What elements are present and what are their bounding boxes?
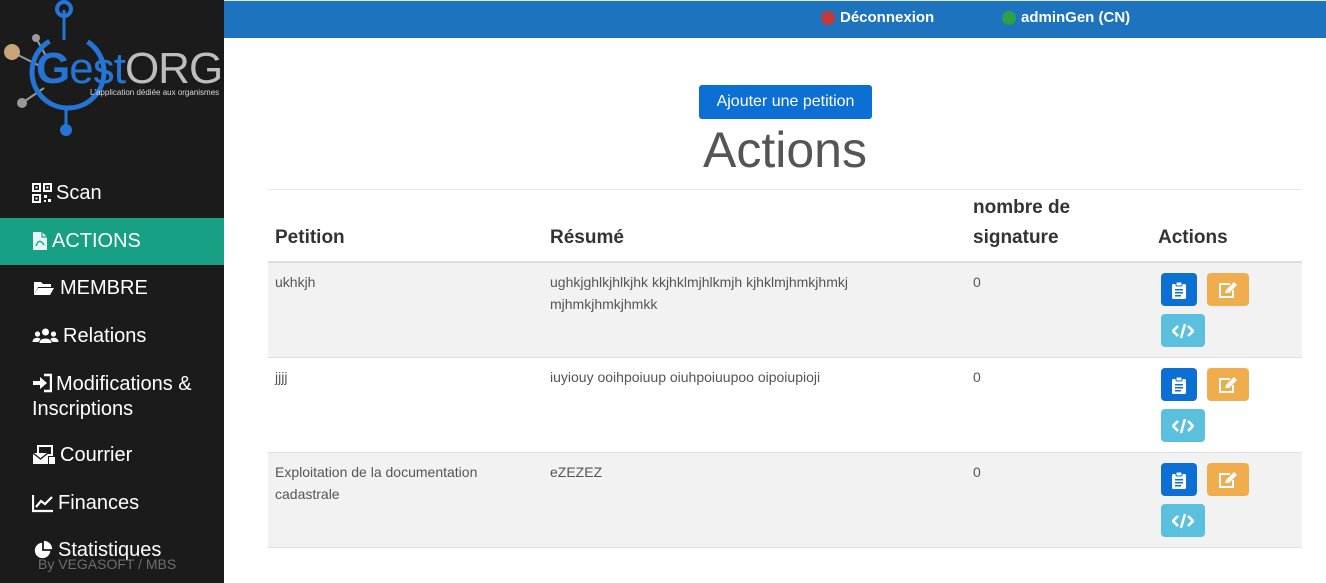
sidebar-item-label: ACTIONS xyxy=(52,229,141,252)
table-row: jjjj iuyiouy ooihpoiuup oiuhpoiuupoo oip… xyxy=(268,358,1302,453)
sidebar-item-label: MEMBRE xyxy=(60,277,148,299)
cell-petition: ukhkjh xyxy=(275,274,316,290)
sidebar: GestORG L'application dédiée aux organis… xyxy=(0,0,224,583)
column-header-actions: Actions xyxy=(1158,227,1228,248)
logo-letter-g: G xyxy=(36,44,70,93)
view-button[interactable] xyxy=(1161,368,1197,401)
cell-signatures: 0 xyxy=(973,274,981,290)
clipboard-icon xyxy=(1172,281,1186,299)
cell-petition: Exploitation de la documentation cadastr… xyxy=(275,464,478,502)
column-header-signatures[interactable]: nombre de signature xyxy=(973,193,1103,253)
column-header-petition[interactable]: Petition xyxy=(275,223,525,253)
logo-wordmark: GestORG xyxy=(36,44,223,94)
user-label: adminGen (CN) xyxy=(1021,9,1131,26)
logo-tagline: L'application dédiée aux organismes xyxy=(90,88,220,97)
table-row: ukhkjh ughkjghlkjhlkjhk kkjhklmjhlkmjh k… xyxy=(268,263,1302,358)
sidebar-item-courrier[interactable]: Courrier xyxy=(0,432,224,480)
sidebar-nav: Scan ACTIONS MEMBRE Relations Modificati… xyxy=(0,170,224,575)
clipboard-icon xyxy=(1172,471,1186,489)
cell-resume: ughkjghlkjhlkjhk kkjhklmjhlkmjh kjhklmjh… xyxy=(550,274,848,312)
app-window: GestORG L'application dédiée aux organis… xyxy=(0,0,1326,583)
edit-icon xyxy=(1219,376,1237,393)
sidebar-item-label: Finances xyxy=(58,491,140,514)
sidebar-item-modifications[interactable]: Modifications & Inscriptions xyxy=(0,360,224,432)
top-bar: Déconnexion adminGen (CN) xyxy=(224,0,1326,38)
cell-signatures: 0 xyxy=(973,464,981,480)
user-menu[interactable]: adminGen (CN) xyxy=(1002,9,1130,26)
folder-open-icon xyxy=(34,282,54,295)
sidebar-item-label: Modifications & Inscriptions xyxy=(32,373,192,420)
logout-link[interactable]: Déconnexion xyxy=(821,9,934,26)
sidebar-item-actions[interactable]: ACTIONS xyxy=(0,217,224,265)
edit-button[interactable] xyxy=(1207,368,1249,401)
page-title: Actions xyxy=(703,122,867,178)
edit-button[interactable] xyxy=(1207,273,1249,306)
sidebar-item-scan[interactable]: Scan xyxy=(0,170,224,218)
qrcode-icon xyxy=(32,183,52,203)
edit-icon xyxy=(1219,471,1237,488)
sidebar-item-relations[interactable]: Relations xyxy=(0,313,224,361)
gestorg-logo[interactable]: GestORG L'application dédiée aux organis… xyxy=(0,0,224,150)
embed-code-button[interactable] xyxy=(1161,409,1205,442)
add-petition-button[interactable]: Ajouter une petition xyxy=(699,85,872,119)
embed-code-button[interactable] xyxy=(1161,314,1205,347)
cell-resume: iuyiouy ooihpoiuup oiuhpoiuupoo oipoiupi… xyxy=(550,369,821,385)
cell-signatures: 0 xyxy=(973,369,981,385)
file-pdf-icon xyxy=(33,231,47,250)
sidebar-item-label: Courrier xyxy=(60,444,133,466)
sign-in-icon xyxy=(33,373,52,393)
sidebar-item-label: Relations xyxy=(63,324,147,347)
code-icon xyxy=(1172,323,1194,338)
line-chart-icon xyxy=(32,494,53,512)
logo-text-est: est xyxy=(69,44,126,93)
footer-credit: By VEGASOFT / MBS xyxy=(38,556,177,572)
edit-button[interactable] xyxy=(1207,463,1249,496)
sidebar-item-membre[interactable]: MEMBRE xyxy=(0,265,224,313)
table-row: Exploitation de la documentation cadastr… xyxy=(268,453,1302,548)
code-icon xyxy=(1172,513,1194,528)
view-button[interactable] xyxy=(1161,463,1197,496)
view-button[interactable] xyxy=(1161,273,1197,306)
users-icon xyxy=(32,328,59,343)
mail-bulk-icon xyxy=(32,445,55,464)
edit-icon xyxy=(1219,281,1237,298)
column-header-resume[interactable]: Résumé xyxy=(550,223,950,253)
sidebar-item-label: Scan xyxy=(56,182,102,204)
table-header: Petition Résumé nombre de signature Acti… xyxy=(268,190,1302,263)
clipboard-icon xyxy=(1172,376,1186,394)
sidebar-item-text-wrap: Modifications & Inscriptions xyxy=(32,371,210,422)
cell-resume: eZEZEZ xyxy=(550,464,603,480)
status-dot-green-icon xyxy=(1002,10,1016,25)
status-dot-red-icon xyxy=(821,10,835,25)
cell-petition: jjjj xyxy=(275,369,288,385)
logout-label: Déconnexion xyxy=(840,9,935,26)
embed-code-button[interactable] xyxy=(1161,504,1205,537)
code-icon xyxy=(1172,418,1194,433)
petitions-table: Petition Résumé nombre de signature Acti… xyxy=(268,190,1302,548)
logo-text-org: ORG xyxy=(124,44,223,93)
sidebar-item-finances[interactable]: Finances xyxy=(0,480,224,528)
